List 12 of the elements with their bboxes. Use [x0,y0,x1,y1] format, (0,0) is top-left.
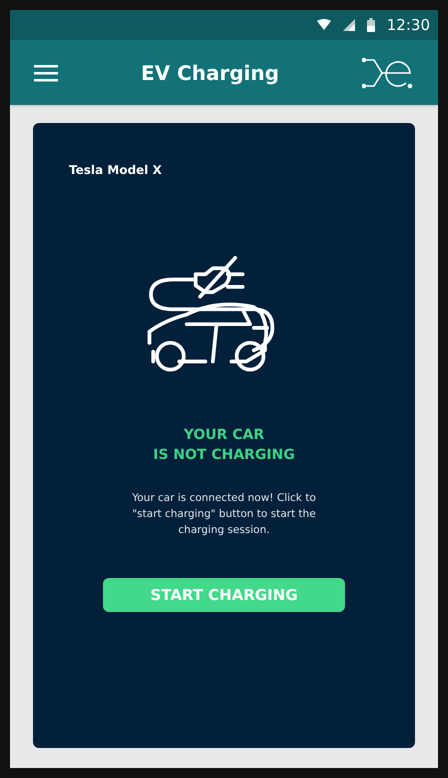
logo-icon [362,56,414,90]
charging-status: YOUR CAR IS NOT CHARGING [153,426,295,465]
start-charging-button[interactable]: START CHARGING [103,578,345,612]
wifi-icon [316,19,331,31]
vehicle-name: Tesla Model X [69,162,162,179]
instruction-text: Your car is connected now! Click to "start charging" button to start the charging session. [131,491,317,538]
status-time: 12:30 [386,14,430,36]
menu-icon [34,64,58,82]
menu-button[interactable] [34,62,58,82]
app-title: EV Charging [140,60,280,86]
signal-icon [342,19,355,31]
battery-icon [366,18,375,32]
